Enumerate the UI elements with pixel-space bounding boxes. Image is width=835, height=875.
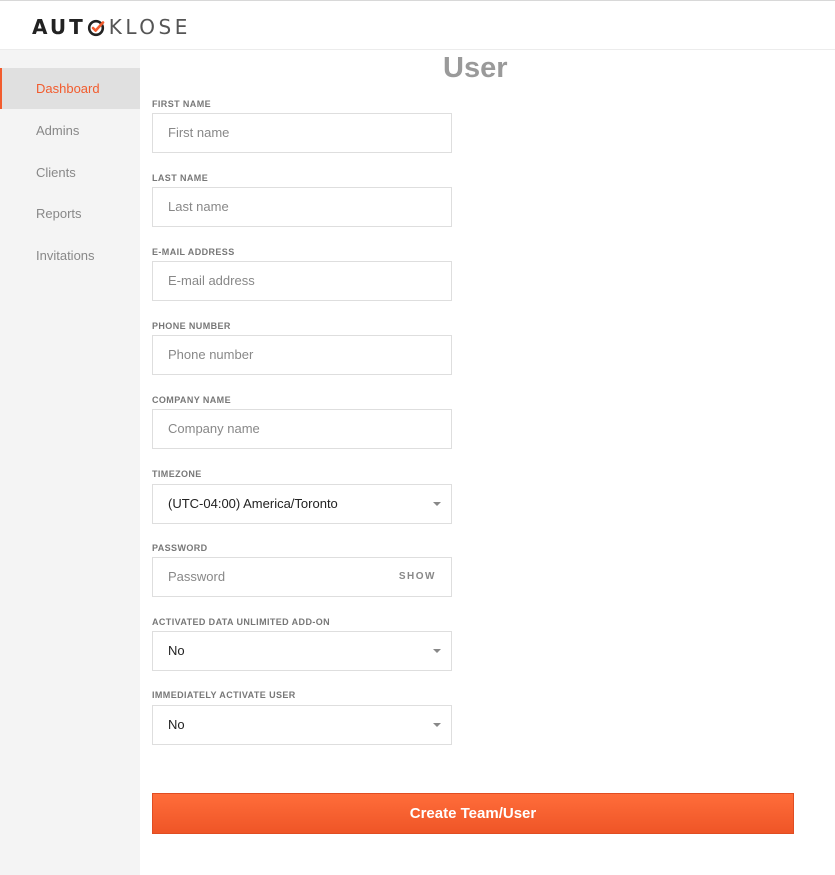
last-name-input[interactable]: Last name <box>152 187 452 227</box>
create-team-user-button[interactable]: Create Team/User <box>152 793 794 834</box>
company-label: COMPANY NAME <box>152 395 231 405</box>
data-addon-value: No <box>168 643 185 658</box>
company-placeholder: Company name <box>168 421 260 436</box>
timezone-value: (UTC-04:00) America/Toronto <box>168 496 338 511</box>
password-label: PASSWORD <box>152 543 208 553</box>
sidebar-item-reports[interactable]: Reports <box>0 193 140 234</box>
timezone-select[interactable]: (UTC-04:00) America/Toronto <box>152 484 452 524</box>
sidebar-item-invitations[interactable]: Invitations <box>0 235 140 276</box>
chevron-down-icon <box>433 649 441 653</box>
logo-check-icon <box>87 18 105 37</box>
email-placeholder: E-mail address <box>168 273 255 288</box>
logo-text-klose: KLOSE <box>108 15 191 39</box>
page-title: User <box>443 52 508 84</box>
first-name-placeholder: First name <box>168 125 230 140</box>
first-name-label: FIRST NAME <box>152 99 211 109</box>
activate-user-label: IMMEDIATELY ACTIVATE USER <box>152 690 296 700</box>
phone-label: PHONE NUMBER <box>152 321 231 331</box>
activate-user-value: No <box>168 717 185 732</box>
email-input[interactable]: E-mail address <box>152 261 452 301</box>
activate-user-select[interactable]: No <box>152 705 452 745</box>
sidebar-item-admins[interactable]: Admins <box>0 110 140 151</box>
data-addon-label: ACTIVATED DATA UNLIMITED ADD-ON <box>152 617 331 627</box>
show-password-button[interactable]: SHOW <box>399 558 436 596</box>
sidebar-item-clients[interactable]: Clients <box>0 152 140 193</box>
email-label: E-MAIL ADDRESS <box>152 247 235 257</box>
last-name-placeholder: Last name <box>168 199 229 214</box>
timezone-label: TIMEZONE <box>152 469 202 479</box>
chevron-down-icon <box>433 502 441 506</box>
company-input[interactable]: Company name <box>152 409 452 449</box>
logo-text-auto: AUT <box>32 15 86 39</box>
app-header: AUT KLOSE <box>0 0 835 50</box>
phone-placeholder: Phone number <box>168 347 254 362</box>
data-addon-select[interactable]: No <box>152 631 452 671</box>
sidebar-item-dashboard[interactable]: Dashboard <box>0 68 140 109</box>
phone-input[interactable]: Phone number <box>152 335 452 375</box>
password-input[interactable]: Password SHOW <box>152 557 452 597</box>
chevron-down-icon <box>433 723 441 727</box>
sidebar: Dashboard Admins Clients Reports Invitat… <box>0 50 140 875</box>
autoklose-logo[interactable]: AUT KLOSE <box>32 15 191 39</box>
first-name-input[interactable]: First name <box>152 113 452 153</box>
last-name-label: LAST NAME <box>152 173 209 183</box>
password-placeholder: Password <box>168 569 226 584</box>
